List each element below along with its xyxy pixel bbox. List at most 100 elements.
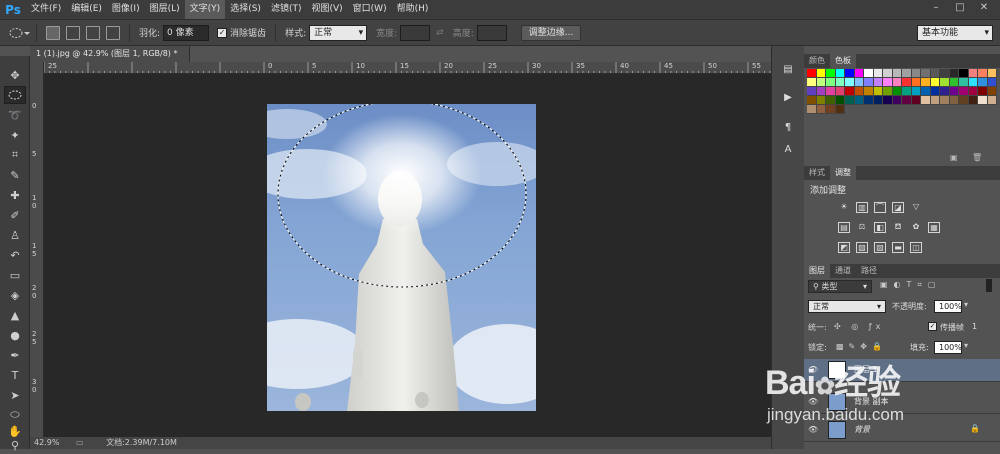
tab-styles[interactable]: 样式	[804, 166, 830, 180]
path-selection-tool-icon[interactable]: ➤	[4, 386, 26, 404]
color-swatch[interactable]	[816, 96, 826, 105]
pen-tool-icon[interactable]: ✒	[4, 346, 26, 364]
healing-brush-tool-icon[interactable]: ✚	[4, 186, 26, 204]
color-swatch[interactable]	[883, 78, 893, 87]
color-swatch[interactable]	[883, 69, 893, 78]
filter-toggle-icon[interactable]	[986, 279, 992, 292]
brush-tool-icon[interactable]: ✐	[4, 206, 26, 224]
minimize-button[interactable]: –	[924, 0, 948, 16]
blend-mode-select[interactable]: 正常 ▾	[808, 300, 886, 313]
color-swatch[interactable]	[902, 96, 912, 105]
layer-row-1[interactable]: 👁 图层 1	[804, 359, 1000, 382]
threshold-icon[interactable]: ▧	[874, 242, 886, 253]
gradient-icon[interactable]: ▽	[910, 202, 922, 213]
color-swatch[interactable]	[807, 105, 817, 114]
color-swatch[interactable]	[911, 69, 921, 78]
color-swatch[interactable]	[807, 87, 817, 96]
history-panel-icon[interactable]: ▤	[780, 64, 796, 80]
color-swatch[interactable]	[864, 96, 874, 105]
color-swatch[interactable]	[835, 69, 845, 78]
color-swatch[interactable]	[959, 69, 969, 78]
color-swatch[interactable]	[978, 96, 988, 105]
color-swatch[interactable]	[835, 105, 845, 114]
color-swatch[interactable]	[968, 87, 978, 96]
menu-image[interactable]: 图像(I)	[107, 0, 145, 19]
magic-wand-tool-icon[interactable]: ✦	[4, 126, 26, 144]
tab-adjustments[interactable]: 调整	[830, 166, 856, 180]
curves-icon[interactable]: ⌒	[874, 202, 886, 213]
color-swatch[interactable]	[826, 105, 836, 114]
color-swatch[interactable]	[816, 87, 826, 96]
color-swatch[interactable]	[892, 69, 902, 78]
add-selection-icon[interactable]	[66, 25, 80, 40]
color-swatch[interactable]	[911, 78, 921, 87]
vibrance-icon[interactable]: ▤	[838, 222, 850, 233]
invert-icon[interactable]: ◩	[838, 242, 850, 253]
layer-name[interactable]: 图层 1	[854, 364, 878, 375]
color-swatch[interactable]	[930, 69, 940, 78]
actions-panel-icon[interactable]: ▶	[780, 92, 796, 108]
layer-row-3[interactable]: 👁 背景 🔒	[804, 419, 1000, 442]
color-swatch[interactable]	[845, 87, 855, 96]
menu-layer[interactable]: 图层(L)	[145, 0, 185, 19]
workspace-select[interactable]: 基本功能 ▾	[917, 25, 993, 41]
clone-stamp-tool-icon[interactable]: ♙	[4, 226, 26, 244]
color-swatch[interactable]	[864, 78, 874, 87]
canvas-area[interactable]	[44, 74, 771, 437]
layer-filter-select[interactable]: ⚲ 类型 ▾	[808, 280, 872, 293]
dodge-tool-icon[interactable]: ●	[4, 326, 26, 344]
chevron-down-icon[interactable]: ▾	[964, 341, 968, 350]
color-swatch[interactable]	[911, 87, 921, 96]
swap-icon[interactable]: ⇄	[436, 28, 444, 38]
blur-tool-icon[interactable]: ▲	[4, 306, 26, 324]
mixer-icon[interactable]: ✿	[910, 222, 922, 233]
color-swatch[interactable]	[835, 78, 845, 87]
zoom-level[interactable]: 42.9%	[34, 438, 59, 447]
color-swatch[interactable]	[807, 69, 817, 78]
color-swatch[interactable]	[930, 96, 940, 105]
refine-edge-button[interactable]: 调整边缘...	[520, 24, 582, 41]
eye-icon[interactable]: 👁	[808, 365, 818, 375]
tab-paths[interactable]: 路径	[856, 264, 882, 278]
subtract-selection-icon[interactable]	[86, 25, 100, 40]
color-swatch[interactable]	[959, 87, 969, 96]
color-swatch[interactable]	[873, 69, 883, 78]
new-selection-icon[interactable]	[46, 25, 60, 40]
color-swatch[interactable]	[845, 78, 855, 87]
document-image[interactable]	[267, 104, 536, 411]
color-swatch[interactable]	[854, 96, 864, 105]
color-swatch[interactable]	[949, 78, 959, 87]
feather-input[interactable]: 0 像素	[163, 24, 210, 41]
balance-icon[interactable]: ⚖	[856, 222, 868, 233]
color-swatch[interactable]	[949, 87, 959, 96]
color-swatch[interactable]	[930, 87, 940, 96]
color-swatch[interactable]	[883, 96, 893, 105]
lookup-icon[interactable]: ▦	[928, 222, 940, 233]
character-panel-icon[interactable]: A	[780, 144, 796, 160]
sun-icon[interactable]: ☀	[838, 202, 850, 213]
type-tool-icon[interactable]: T	[4, 366, 26, 384]
color-swatch[interactable]	[921, 78, 931, 87]
crop-tool-icon[interactable]: ⌗	[4, 146, 26, 164]
photo-filter-icon[interactable]: ⛾	[892, 222, 904, 233]
paragraph-panel-icon[interactable]: ¶	[780, 122, 796, 138]
delete-swatch-icon[interactable]: 🗑	[972, 153, 982, 162]
color-swatch[interactable]	[845, 69, 855, 78]
color-swatch[interactable]	[921, 69, 931, 78]
style-select[interactable]: 正常 ▾	[309, 24, 368, 41]
color-swatch[interactable]	[835, 96, 845, 105]
maximize-button[interactable]: □	[948, 0, 972, 16]
menu-help[interactable]: 帮助(H)	[392, 0, 434, 19]
exposure-icon[interactable]: ◪	[892, 202, 904, 213]
color-swatch[interactable]	[987, 69, 997, 78]
color-swatch[interactable]	[854, 87, 864, 96]
lasso-tool-icon[interactable]: ➰	[4, 106, 26, 124]
color-swatch[interactable]	[826, 69, 836, 78]
color-swatch[interactable]	[807, 78, 817, 87]
color-swatch[interactable]	[826, 96, 836, 105]
history-brush-tool-icon[interactable]: ↶	[4, 246, 26, 264]
layer-filter-icons[interactable]: ▣◐T⌗▢	[880, 280, 942, 290]
menu-type[interactable]: 文字(Y)	[184, 0, 226, 19]
color-swatch[interactable]	[902, 69, 912, 78]
color-swatch[interactable]	[930, 78, 940, 87]
